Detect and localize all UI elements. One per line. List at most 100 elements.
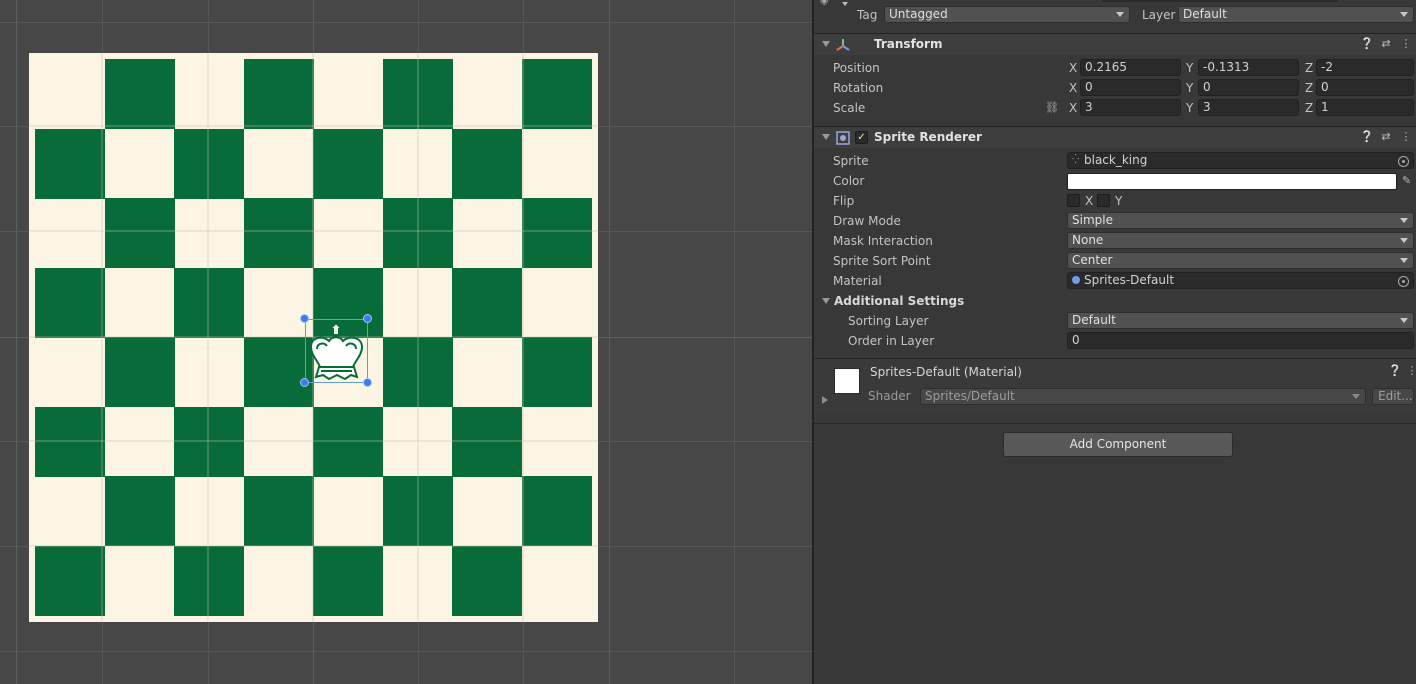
board-square-dark [522, 476, 592, 546]
axis-x-label[interactable]: X [1069, 81, 1077, 95]
axis-y-label[interactable]: Y [1186, 61, 1193, 75]
axis-y-label[interactable]: Y [1186, 81, 1193, 95]
mask-interaction-dropdown[interactable]: None [1067, 232, 1414, 249]
rect-handle-bottom-right[interactable] [363, 378, 372, 387]
color-label: Color [833, 174, 865, 188]
flip-y-label: Y [1115, 194, 1123, 208]
enabled-checkbox[interactable]: ✓ [855, 131, 868, 144]
kebab-menu-icon[interactable]: ⋮ [1400, 38, 1412, 50]
help-icon[interactable]: ❔ [1360, 131, 1374, 143]
scale-z-field[interactable]: 1 [1316, 99, 1414, 116]
fold-arrow-icon[interactable] [822, 134, 830, 140]
position-x-field[interactable]: 0.2165 [1080, 59, 1181, 76]
additional-settings-row[interactable]: Additional Settings [814, 292, 1416, 312]
tag-layer-row: Tag Untagged Layer Default [814, 6, 1416, 26]
chevron-down-icon [1400, 238, 1408, 243]
order-in-layer-label: Order in Layer [848, 334, 935, 348]
shader-dropdown[interactable]: Sprites/Default [920, 388, 1366, 405]
flip-row: Flip X Y [814, 192, 1416, 212]
material-preview [834, 368, 860, 394]
scale-x-field[interactable]: 3 [1080, 99, 1181, 116]
axis-y-label[interactable]: Y [1186, 101, 1193, 115]
sprite-renderer-header[interactable]: ✓ Sprite Renderer ❔ ⇄ ⋮ [814, 126, 1416, 148]
transform-header[interactable]: Transform ❔ ⇄ ⋮ [814, 33, 1416, 55]
board-square-dark [105, 476, 175, 546]
rotation-row: Rotation X 0 Y 0 Z 0 [814, 79, 1416, 99]
position-row: Position X 0.2165 Y -0.1313 Z -2 [814, 59, 1416, 79]
axis-x-label[interactable]: X [1069, 61, 1077, 75]
axis-z-label[interactable]: Z [1305, 101, 1313, 115]
chevron-down-icon [1400, 258, 1408, 263]
sprite-renderer-title: Sprite Renderer [874, 130, 982, 144]
add-component-button[interactable]: Add Component [1003, 432, 1233, 457]
flip-y-checkbox[interactable] [1097, 194, 1110, 207]
sorting-layer-dropdown[interactable]: Default [1067, 312, 1414, 329]
axis-x-label[interactable]: X [1069, 101, 1077, 115]
board-square-dark [35, 407, 105, 477]
kebab-menu-icon[interactable]: ⋮ [1400, 131, 1412, 143]
eyedropper-icon[interactable]: ✎ [1402, 174, 1411, 187]
object-picker-icon[interactable] [1398, 276, 1409, 287]
position-z-field[interactable]: -2 [1316, 59, 1414, 76]
help-icon[interactable]: ❔ [1388, 365, 1402, 377]
sprite-asset-icon: ⁛ [1072, 155, 1080, 165]
material-row: Material Sprites-Default [814, 272, 1416, 292]
rect-handle-bottom-left[interactable] [300, 378, 309, 387]
kebab-menu-icon[interactable]: ⋮ [1406, 365, 1416, 377]
draw-mode-label: Draw Mode [833, 214, 901, 228]
color-row: Color ✎ [814, 172, 1416, 192]
material-value: Sprites-Default [1084, 273, 1175, 287]
sorting-layer-row: Sorting Layer Default [814, 312, 1416, 332]
position-label: Position [833, 61, 880, 75]
transform-axes-icon [836, 39, 850, 51]
sprite-row: Sprite ⁛ black_king [814, 152, 1416, 172]
axis-z-label[interactable]: Z [1305, 61, 1313, 75]
tag-dropdown[interactable]: Untagged [884, 6, 1130, 23]
material-title: Sprites-Default (Material) [870, 365, 1022, 379]
scale-y-field[interactable]: 3 [1198, 99, 1299, 116]
board-square-dark [383, 476, 453, 546]
rotation-x-field[interactable]: 0 [1080, 79, 1181, 96]
scene-grid-line [0, 651, 812, 652]
rotation-y-field[interactable]: 0 [1198, 79, 1299, 96]
flip-label: Flip [833, 194, 855, 208]
object-picker-icon[interactable] [1398, 156, 1409, 167]
draw-mode-dropdown[interactable]: Simple [1067, 212, 1414, 229]
rect-handle-top-right[interactable] [363, 314, 372, 323]
transform-title: Transform [874, 37, 943, 51]
shader-label: Shader [868, 389, 911, 403]
sprite-sort-point-value: Center [1072, 253, 1113, 267]
scene-grid-line [609, 0, 610, 684]
position-y-field[interactable]: -0.1313 [1198, 59, 1299, 76]
fold-arrow-icon[interactable] [822, 41, 830, 47]
board-square-dark [313, 407, 383, 477]
presets-icon[interactable]: ⇄ [1380, 38, 1392, 50]
shader-edit-button[interactable]: Edit... [1372, 388, 1414, 405]
mask-interaction-value: None [1072, 233, 1104, 247]
rect-handle-top-left[interactable] [300, 314, 309, 323]
draw-mode-value: Simple [1072, 213, 1113, 227]
rotation-z-field[interactable]: 0 [1316, 79, 1414, 96]
color-swatch[interactable] [1067, 173, 1397, 190]
constrain-proportions-icon[interactable]: ⛓ [1045, 101, 1059, 114]
presets-icon[interactable]: ⇄ [1380, 131, 1392, 143]
board-square-dark [452, 546, 522, 616]
board-square-dark [35, 129, 105, 199]
material-object-field[interactable]: Sprites-Default [1067, 272, 1414, 289]
help-icon[interactable]: ❔ [1360, 38, 1374, 50]
sprite-sort-point-dropdown[interactable]: Center [1067, 252, 1414, 269]
sprite-object-field[interactable]: ⁛ black_king [1067, 152, 1414, 169]
board-square-dark [105, 337, 175, 407]
sprite-label: Sprite [833, 154, 869, 168]
scene-view[interactable] [0, 0, 812, 684]
order-in-layer-field[interactable]: 0 [1067, 332, 1414, 349]
board-square-dark [244, 198, 314, 268]
flip-x-checkbox[interactable] [1067, 194, 1080, 207]
board-square-dark [174, 268, 244, 338]
fold-arrow-icon[interactable] [822, 298, 830, 304]
inspector-panel: ◈ Tag Untagged Layer Default Transform ❔… [812, 0, 1416, 684]
additional-settings-title: Additional Settings [834, 294, 965, 308]
axis-z-label[interactable]: Z [1305, 81, 1313, 95]
layer-dropdown[interactable]: Default [1178, 6, 1414, 23]
fold-arrow-icon[interactable] [822, 396, 828, 404]
